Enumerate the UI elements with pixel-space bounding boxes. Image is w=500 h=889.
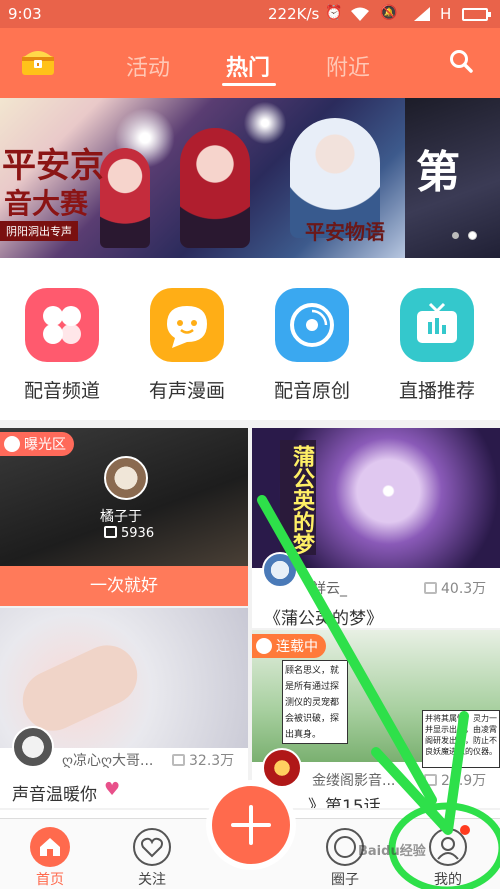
play-count: 40.3万 (424, 578, 486, 598)
feed-card[interactable]: 橘子于 5936 曝光区 一次就好 (0, 428, 248, 606)
banner-title-line2: 音大赛 (4, 187, 89, 220)
tab-hot[interactable]: 热门 (226, 50, 270, 82)
feed-card[interactable]: 连载中 顾名思义，就是所有通过探测仪的灵宠都会被识破，探出真身。 并将其属性、灵… (252, 630, 500, 808)
banner-subtitle: 阴阳洞出专声 (0, 221, 78, 241)
banner-carousel[interactable]: 平安京 音大赛 阴阳洞出专声 平安物语 第 (0, 98, 500, 258)
gift-icon (424, 582, 437, 594)
banner-logo-text: 平安物语 (305, 220, 385, 244)
bell-icon: 🔕 (380, 5, 398, 21)
top-header: 活动 热门 附近 (0, 28, 500, 98)
avatar[interactable] (262, 748, 302, 788)
status-network-type: H (440, 5, 452, 23)
home-icon (30, 827, 70, 867)
tv-icon (400, 288, 474, 362)
notification-badge (460, 825, 470, 835)
category-label: 配音原创 (273, 380, 350, 402)
play-count-value: 24.9万 (441, 773, 487, 789)
tag-label: 连载中 (276, 639, 318, 655)
screen: 9:03 222K/s ⏰ 🔕 H 活动 热门 附近 平安京 音大赛 阴阳洞出专… (0, 0, 500, 889)
category-live-recommend[interactable]: 直播推荐 (387, 288, 487, 403)
banner-next-text: 第 (416, 147, 460, 198)
nav-follow[interactable]: 关注 (112, 819, 192, 889)
treasure-chest-icon[interactable] (20, 45, 56, 77)
nav-label: 关注 (138, 872, 166, 888)
gift-count-value: 5936 (121, 526, 155, 541)
tab-indicator (222, 83, 276, 86)
card-user-name: 金缕阁影音... (312, 773, 396, 789)
user-icon (428, 825, 470, 867)
category-original-dubbing[interactable]: 配音原创 (262, 288, 362, 403)
card-overlay-title: 蒲公英的梦 (280, 440, 316, 555)
comic-side-text: 并将其属性、灵力一并显示出来，由凌霄阁研发出来，防止不良妖魔进入的仪器。 (422, 710, 500, 768)
gift-icon (104, 526, 117, 538)
watermark: Baidu经验 (358, 844, 426, 859)
tag-label: 曝光区 (24, 437, 66, 453)
card-user-name: 祥云_ (312, 581, 347, 597)
nav-label: 圈子 (331, 872, 359, 888)
avatar[interactable] (104, 456, 148, 500)
heart-icon (132, 827, 172, 867)
card-user-name: 橘子于 (100, 509, 142, 525)
avatar[interactable] (262, 552, 298, 588)
banner-character (180, 128, 250, 248)
status-bar: 9:03 222K/s ⏰ 🔕 H (0, 0, 500, 28)
signal-icon (412, 6, 432, 26)
category-audio-comics[interactable]: 有声漫画 (137, 288, 237, 403)
category-label: 有声漫画 (148, 380, 225, 402)
tab-activity[interactable]: 活动 (126, 50, 170, 82)
heart-emoji-icon: ♥ (104, 779, 121, 800)
chat-icon (256, 638, 272, 654)
nav-label: 我的 (434, 872, 462, 888)
firework-decoration (240, 98, 290, 148)
nav-home[interactable]: 首页 (10, 819, 90, 889)
status-network-speed: 222K/s (268, 5, 320, 23)
play-count: 32.3万 (172, 750, 234, 770)
plus-button[interactable] (212, 786, 290, 864)
play-count-value: 32.3万 (189, 753, 235, 769)
disc-icon (275, 288, 349, 362)
search-icon[interactable] (448, 48, 474, 74)
carousel-dot[interactable] (452, 232, 459, 239)
wifi-icon (350, 6, 370, 26)
gift-icon (172, 754, 185, 766)
category-label: 配音频道 (23, 380, 100, 402)
content-feed: 橘子于 5936 曝光区 一次就好 蒲公英的梦 祥云_ 40.3万 《蒲公英的梦… (0, 420, 500, 810)
battery-icon (462, 8, 491, 21)
card-title[interactable]: 《蒲公英的梦》 (264, 604, 383, 628)
play-count: 24.9万 (424, 770, 486, 790)
nav-label: 首页 (36, 872, 64, 888)
tab-nearby[interactable]: 附近 (326, 50, 370, 82)
eye-icon (4, 436, 20, 452)
carousel-dot-active[interactable] (469, 232, 476, 239)
speech-face-icon (150, 288, 224, 362)
gift-icon (424, 774, 437, 786)
comic-panel-text: 顾名思义，就是所有通过探测仪的灵宠都会被识破，探出真身。 (282, 660, 348, 744)
category-dubbing-channel[interactable]: 配音频道 (12, 288, 112, 403)
feed-card[interactable]: ღ凉心ღ大哥... 32.3万 声音温暖你 ♥ (0, 608, 248, 808)
play-count-value: 40.3万 (441, 581, 487, 597)
serializing-tag: 连载中 (252, 634, 326, 658)
category-label: 直播推荐 (398, 380, 475, 402)
card-title[interactable]: 声音温暖你 (12, 780, 97, 805)
feed-card[interactable]: 蒲公英的梦 祥云_ 40.3万 《蒲公英的梦》 (252, 428, 500, 628)
banner-character (100, 148, 150, 248)
gift-count: 5936 (104, 526, 154, 541)
exposure-tag: 曝光区 (0, 432, 74, 456)
banner-title-line1: 平安京 (2, 146, 104, 186)
card-caption[interactable]: 一次就好 (0, 566, 248, 606)
card-user-name: ღ凉心ღ大哥... (62, 753, 154, 769)
status-time: 9:03 (8, 5, 42, 23)
avatar[interactable] (12, 726, 54, 768)
alarm-icon: ⏰ (325, 5, 343, 21)
clover-icon (25, 288, 99, 362)
